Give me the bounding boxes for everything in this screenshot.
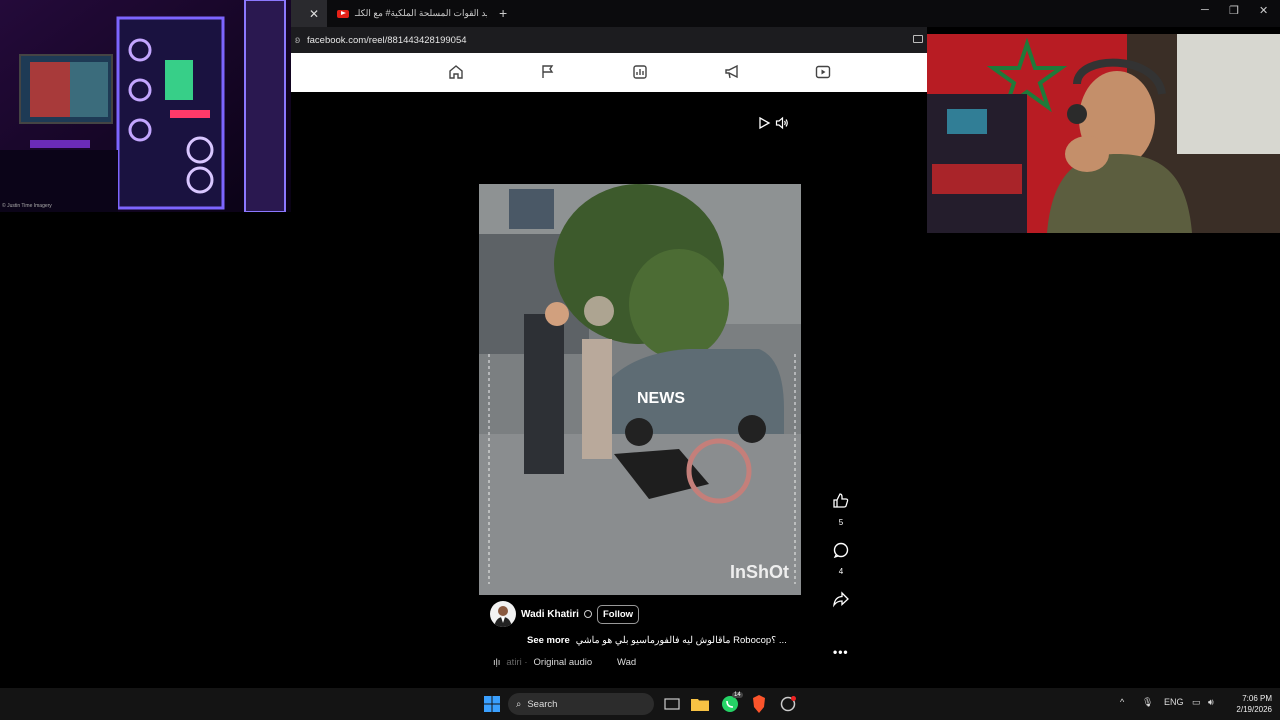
microphone-icon[interactable]: 🎙︎ [1142, 697, 1153, 708]
webcam-overlay [927, 34, 1280, 233]
windows-start-icon[interactable] [482, 694, 502, 714]
news-logo: NEWS [637, 390, 685, 407]
audio-label: Original audio [533, 657, 593, 668]
see-more-link[interactable]: See more [527, 635, 570, 646]
taskbar-search[interactable]: ⌕ Search [508, 693, 654, 715]
search-icon: ⌕ [516, 698, 522, 710]
gaming-setup-image [0, 0, 291, 212]
desktop-wallpaper-thumbnail: © Justin Time Imagery [0, 0, 291, 212]
brave-browser-icon[interactable] [749, 694, 769, 714]
megaphone-icon[interactable] [724, 64, 740, 80]
flag-icon[interactable] [540, 64, 556, 80]
clock-time: 7:06 PM [1242, 694, 1272, 703]
network-icon[interactable]: ▭ [1192, 697, 1201, 708]
audio-owner[interactable]: Wad [617, 657, 636, 668]
play-icon[interactable] [757, 116, 771, 130]
audio-info[interactable]: ıļı atiri · Original audio [493, 657, 592, 668]
wallpaper-credit: © Justin Time Imagery [2, 203, 52, 209]
browser-tab-strip: ✕ تفيد القوات المسلحة الملكية# مع الكلـ … [291, 0, 1280, 27]
verified-icon [583, 610, 592, 618]
audio-faded-prefix: atiri · [506, 657, 528, 668]
comment-count: 4 [838, 567, 844, 576]
screen: © Justin Time Imagery ✕ تفيد القوات المس… [0, 0, 1280, 720]
like-icon[interactable] [831, 491, 851, 511]
more-options-button[interactable]: ••• [833, 645, 849, 659]
cast-icon[interactable] [913, 35, 923, 43]
language-indicator[interactable]: ENG [1164, 697, 1184, 707]
reel-caption: See more ماقالوش ليه فالفورماسيو بلي هو … [527, 635, 787, 646]
home-icon[interactable] [448, 64, 464, 80]
facebook-navbar [291, 53, 927, 92]
comment-icon[interactable] [831, 540, 851, 560]
file-explorer-icon[interactable] [690, 694, 710, 714]
reel-author: Wadi Khatiri Follow [490, 601, 640, 627]
volume-icon[interactable] [775, 116, 789, 130]
youtube-icon [337, 9, 349, 18]
share-icon[interactable] [831, 589, 851, 609]
app-icon[interactable] [778, 694, 798, 714]
audio-icon: ıļı [493, 657, 501, 668]
whatsapp-badge: 14 [732, 692, 743, 698]
tab-close-button[interactable]: ✕ [291, 0, 327, 27]
minimize-button[interactable]: ─ [1201, 4, 1209, 16]
clock-date: 2/19/2026 [1236, 705, 1272, 714]
maximize-button[interactable]: ❐ [1229, 4, 1239, 17]
tab-youtube[interactable]: تفيد القوات المسلحة الملكية# مع الكلـ [327, 0, 487, 27]
tab-title: تفيد القوات المسلحة الملكية# مع الكلـ [355, 8, 487, 18]
author-name[interactable]: Wadi Khatiri [521, 609, 579, 620]
webcam-person-image [927, 34, 1280, 233]
site-info-icon[interactable]: ʚ [295, 35, 305, 46]
speaker-icon[interactable]: 🔊︎ [1208, 697, 1214, 708]
avatar[interactable] [490, 601, 516, 627]
url-text[interactable]: facebook.com/reel/881443428199054 [307, 35, 467, 46]
window-close-button[interactable]: ✕ [1259, 4, 1268, 17]
windows-taskbar: ⌕ Search 14 ^ 🎙︎ ENG ▭ 🔊︎ 7:06 PM 2/19/2… [0, 688, 1280, 720]
like-count: 5 [838, 518, 844, 527]
search-placeholder: Search [527, 698, 558, 710]
reel-video[interactable]: NEWS InShOt [479, 184, 801, 595]
follow-button[interactable]: Follow [596, 604, 640, 624]
video-icon[interactable] [815, 64, 831, 80]
dashboard-icon[interactable] [632, 64, 648, 80]
inshot-watermark: InShOt [730, 562, 789, 582]
tray-overflow-icon[interactable]: ^ [1120, 697, 1124, 707]
task-view-icon[interactable] [662, 694, 682, 714]
new-tab-button[interactable]: + [499, 5, 507, 21]
address-bar[interactable]: ʚ facebook.com/reel/881443428199054 [291, 27, 927, 53]
system-clock[interactable]: 7:06 PM 2/19/2026 [1222, 693, 1272, 715]
caption-text: ماقالوش ليه فالفورماسيو بلي هو ماشي Robo… [575, 635, 787, 646]
